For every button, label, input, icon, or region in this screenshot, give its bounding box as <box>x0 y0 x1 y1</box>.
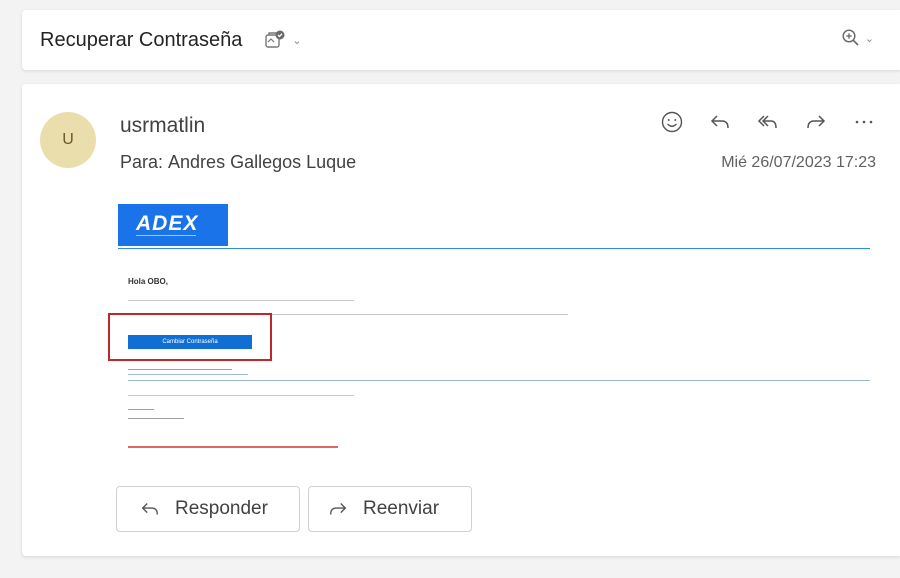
chevron-down-icon: ⌄ <box>864 32 874 45</box>
logo-text: ADEX <box>136 212 199 235</box>
email-greeting: Hola OBO, <box>128 277 169 286</box>
email-link-line <box>128 374 248 375</box>
email-body: ADEX Hola OBO, Cambiar Contraseña <box>108 204 870 454</box>
zoom-in-icon <box>841 28 861 48</box>
reply-buttons: Responder Reenviar <box>116 486 472 532</box>
recipient-name[interactable]: Andres Gallegos Luque <box>168 152 356 172</box>
message-actions <box>658 108 878 136</box>
logo-underline <box>136 235 196 236</box>
forward-label: Reenviar <box>363 498 440 519</box>
email-text-line <box>128 300 354 301</box>
email-text-line <box>128 409 154 410</box>
more-icon[interactable] <box>850 108 878 136</box>
email-text-line <box>128 369 232 370</box>
smiley-icon[interactable] <box>658 108 686 136</box>
reply-icon[interactable] <box>706 108 734 136</box>
reply-label: Responder <box>175 498 268 519</box>
adex-logo: ADEX <box>118 204 228 246</box>
forward-icon <box>327 498 349 520</box>
message-card: U usrmatlin Para: Andres Gallegos Luque M… <box>22 84 900 556</box>
sender-name[interactable]: usrmatlin <box>120 114 205 138</box>
avatar: U <box>40 112 96 168</box>
zoom-button[interactable]: ⌄ <box>841 28 874 48</box>
subject-bar: Recuperar Contraseña ⌄ ⌄ <box>22 10 900 70</box>
header-divider <box>118 248 870 249</box>
recipient-line: Para: Andres Gallegos Luque <box>120 152 356 173</box>
tag-button[interactable]: ⌄ <box>264 29 302 51</box>
email-link-line <box>128 380 870 381</box>
forward-button[interactable]: Reenviar <box>308 486 472 532</box>
reply-all-icon[interactable] <box>754 108 782 136</box>
email-warning-line <box>128 446 338 448</box>
forward-icon[interactable] <box>802 108 830 136</box>
chevron-down-icon: ⌄ <box>292 34 302 47</box>
tag-check-icon <box>264 29 286 51</box>
message-date: Mié 26/07/2023 17:23 <box>721 154 876 171</box>
change-password-button[interactable]: Cambiar Contraseña <box>128 335 252 349</box>
reply-button[interactable]: Responder <box>116 486 300 532</box>
reply-icon <box>139 498 161 520</box>
subject-title: Recuperar Contraseña <box>40 28 243 51</box>
email-text-line <box>128 418 184 419</box>
email-text-line <box>128 395 354 396</box>
to-label: Para: <box>120 152 164 172</box>
